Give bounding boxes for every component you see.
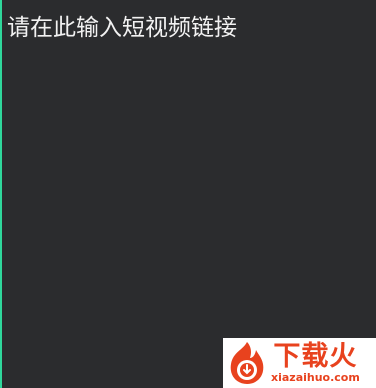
watermark-brand-en: xiazaihuo.com bbox=[271, 371, 360, 384]
video-link-input[interactable] bbox=[2, 0, 376, 380]
watermark: 下载火 xiazaihuo.com bbox=[223, 338, 376, 388]
watermark-brand-cn: 下载火 bbox=[273, 341, 358, 372]
watermark-text: 下载火 xiazaihuo.com bbox=[271, 342, 360, 384]
app-window: 下载火 xiazaihuo.com bbox=[0, 0, 376, 388]
flame-logo-icon bbox=[230, 342, 264, 384]
